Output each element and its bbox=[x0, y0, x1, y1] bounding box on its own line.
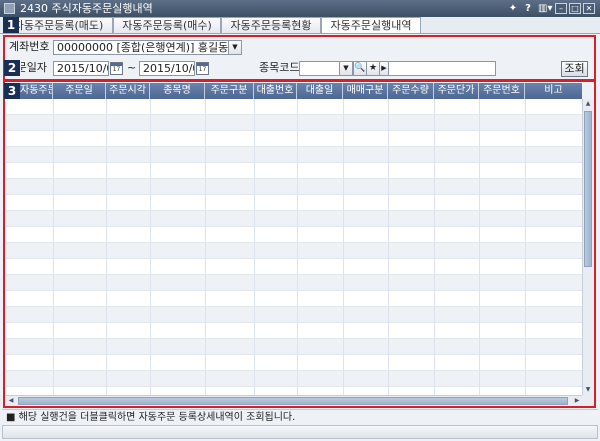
column-divider bbox=[53, 99, 54, 395]
column-header[interactable]: 주문수량 bbox=[388, 83, 434, 99]
scroll-down-icon[interactable]: ▼ bbox=[583, 385, 593, 395]
account-select[interactable]: 00000000 [종합(은행연계)] 홍길동 bbox=[53, 40, 229, 55]
tab-auto-order-status[interactable]: 자동주문등록현황 bbox=[221, 17, 321, 34]
table-row[interactable] bbox=[6, 131, 582, 147]
help-icon[interactable]: ? bbox=[523, 2, 533, 15]
table-row[interactable] bbox=[6, 195, 582, 211]
table-row[interactable] bbox=[6, 355, 582, 371]
calendar-day: 17 bbox=[198, 66, 207, 73]
from-calendar-icon[interactable]: 17 bbox=[110, 62, 123, 75]
table-row[interactable] bbox=[6, 243, 582, 259]
column-header[interactable]: 주문번호 bbox=[479, 83, 525, 99]
grid-header: 자동주문구분 주문일 주문시각 종목명 주문구분 대출번호 대출일 매매구분 주… bbox=[6, 83, 582, 99]
table-row[interactable] bbox=[6, 115, 582, 131]
date-range-separator: ~ bbox=[127, 61, 137, 74]
from-date-input[interactable]: 2015/10/05 bbox=[53, 61, 109, 76]
table-row[interactable] bbox=[6, 163, 582, 179]
stock-code-label: 종목코드 bbox=[259, 61, 300, 74]
tab-divider bbox=[0, 33, 600, 34]
column-header[interactable]: 주문시각 bbox=[106, 83, 150, 99]
tab-auto-order-buy[interactable]: 자동주문등록(매수) bbox=[113, 17, 221, 34]
column-divider bbox=[388, 99, 389, 395]
stock-name-field bbox=[388, 61, 496, 76]
column-divider bbox=[150, 99, 151, 395]
tab-label: 자동주문실행내역 bbox=[330, 19, 412, 32]
column-header[interactable]: 종목명 bbox=[150, 83, 205, 99]
to-calendar-icon[interactable]: 17 bbox=[196, 62, 209, 75]
column-divider bbox=[434, 99, 435, 395]
badge-2: 2 bbox=[4, 60, 20, 76]
column-divider bbox=[205, 99, 206, 395]
tab-label: 자동주문등록현황 bbox=[230, 19, 312, 32]
table-row[interactable] bbox=[6, 387, 582, 395]
column-divider bbox=[525, 99, 526, 395]
search-icon[interactable]: 🔍 bbox=[353, 61, 367, 76]
column-header[interactable]: 대출일 bbox=[297, 83, 343, 99]
column-header[interactable]: 매매구분 bbox=[343, 83, 388, 99]
scroll-up-icon[interactable]: ▲ bbox=[583, 99, 593, 109]
maximize-icon[interactable]: □ bbox=[569, 3, 581, 14]
status-message: ■ 해당 실행건을 더블클릭하면 자동주문 등록상세내역이 조회됩니다. bbox=[2, 409, 598, 425]
vertical-scrollbar[interactable]: ▲ ▼ bbox=[582, 99, 593, 395]
table-row[interactable] bbox=[6, 179, 582, 195]
table-row[interactable] bbox=[6, 339, 582, 355]
tab-label: 자동주문등록(매수) bbox=[122, 19, 212, 32]
app-window: 2430 주식자동주문실행내역 ✦ ? ▥▾ – □ ✕ 자동주문등록(매도) … bbox=[0, 0, 600, 441]
window-title: 2430 주식자동주문실행내역 bbox=[20, 2, 153, 15]
horizontal-scrollbar[interactable]: ◀ ▶ bbox=[6, 395, 582, 406]
column-divider bbox=[479, 99, 480, 395]
column-header[interactable]: 주문구분 bbox=[205, 83, 254, 99]
column-divider bbox=[297, 99, 298, 395]
table-row[interactable] bbox=[6, 227, 582, 243]
calendar-day: 17 bbox=[112, 66, 121, 73]
chevron-down-icon[interactable]: ▼ bbox=[339, 61, 353, 76]
table-row[interactable] bbox=[6, 147, 582, 163]
table-row[interactable] bbox=[6, 259, 582, 275]
account-label: 계좌번호 bbox=[9, 40, 50, 53]
order-date-label-text: 주문일자 bbox=[21, 61, 47, 74]
bottom-bar bbox=[2, 425, 598, 439]
chevron-down-icon[interactable]: ▼ bbox=[228, 40, 242, 55]
star-icon[interactable]: ★ bbox=[366, 61, 380, 76]
badge-1: 1 bbox=[3, 17, 19, 33]
column-divider bbox=[254, 99, 255, 395]
tab-label: 자동주문등록(매도) bbox=[13, 19, 104, 32]
grid-body bbox=[6, 99, 582, 395]
tab-auto-order-sell[interactable]: 자동주문등록(매도) bbox=[4, 17, 113, 34]
table-row[interactable] bbox=[6, 323, 582, 339]
close-icon[interactable]: ✕ bbox=[583, 3, 595, 14]
stock-code-input[interactable] bbox=[299, 61, 340, 76]
pin-icon[interactable]: ✦ bbox=[508, 2, 518, 15]
results-grid[interactable]: 자동주문구분 주문일 주문시각 종목명 주문구분 대출번호 대출일 매매구분 주… bbox=[6, 83, 582, 395]
menu-icon[interactable]: ▥▾ bbox=[538, 2, 552, 15]
app-icon bbox=[4, 3, 15, 14]
title-bar: 2430 주식자동주문실행내역 ✦ ? ▥▾ – □ ✕ bbox=[0, 0, 600, 17]
table-row[interactable] bbox=[6, 291, 582, 307]
scroll-thumb[interactable] bbox=[18, 397, 568, 405]
order-date-label: 주문일자 bbox=[21, 61, 47, 75]
search-button[interactable]: 조회 bbox=[561, 61, 588, 77]
column-header[interactable]: 대출번호 bbox=[254, 83, 297, 99]
column-divider bbox=[343, 99, 344, 395]
column-header[interactable]: 주문단가 bbox=[434, 83, 479, 99]
badge-3: 3 bbox=[4, 83, 20, 99]
scroll-left-icon[interactable]: ◀ bbox=[6, 396, 16, 406]
scroll-right-icon[interactable]: ▶ bbox=[572, 396, 582, 406]
tab-auto-order-history[interactable]: 자동주문실행내역 bbox=[321, 17, 421, 34]
minimize-icon[interactable]: – bbox=[555, 3, 567, 14]
column-header[interactable]: 주문일 bbox=[53, 83, 106, 99]
table-row[interactable] bbox=[6, 211, 582, 227]
tab-bar: 자동주문등록(매도) 자동주문등록(매수) 자동주문등록현황 자동주문실행내역 bbox=[0, 17, 600, 34]
scroll-thumb[interactable] bbox=[584, 111, 592, 267]
table-row[interactable] bbox=[6, 99, 582, 115]
column-header[interactable]: 비고 bbox=[525, 83, 582, 99]
column-divider bbox=[106, 99, 107, 395]
table-row[interactable] bbox=[6, 371, 582, 387]
scroll-corner bbox=[582, 395, 593, 406]
to-date-input[interactable]: 2015/10/05 bbox=[139, 61, 195, 76]
table-row[interactable] bbox=[6, 307, 582, 323]
table-row[interactable] bbox=[6, 275, 582, 291]
